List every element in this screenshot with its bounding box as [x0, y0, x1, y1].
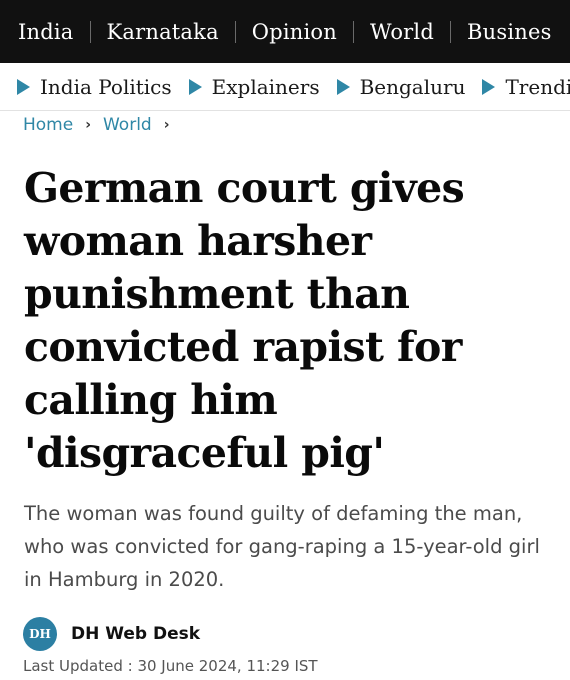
top-nav-item-india[interactable]: India	[18, 20, 74, 44]
triangle-right-icon	[336, 78, 350, 95]
top-nav-items: India Karnataka Opinion World Busines	[18, 0, 552, 63]
top-nav-divider	[89, 20, 91, 43]
sub-nav-items: India Politics Explainers Bengaluru Tren…	[17, 63, 570, 110]
sub-nav-label: India Politics	[40, 74, 172, 99]
dh-logo-avatar[interactable]: DH	[23, 617, 57, 651]
top-nav-divider	[352, 20, 354, 43]
last-updated-timestamp: Last Updated : 30 June 2024, 11:29 IST	[23, 657, 318, 675]
sub-nav-label: Trendin	[505, 74, 570, 99]
top-nav-item-opinion[interactable]: Opinion	[252, 20, 337, 44]
sub-nav: India Politics Explainers Bengaluru Tren…	[0, 63, 570, 111]
sub-nav-item-explainers[interactable]: Explainers	[188, 74, 320, 99]
top-nav-item-business[interactable]: Busines	[467, 20, 552, 44]
triangle-right-icon	[482, 78, 496, 95]
sub-nav-item-india-politics[interactable]: India Politics	[17, 75, 172, 99]
sub-nav-label: Bengaluru	[359, 74, 466, 99]
article-summary: The woman was found guilty of defaming t…	[24, 502, 540, 591]
author-name-link[interactable]: DH Web Desk	[71, 624, 200, 644]
triangle-right-icon	[17, 78, 30, 95]
author-row: DH DH Web Desk	[23, 617, 200, 651]
chevron-right-icon: ›	[85, 117, 91, 133]
breadcrumb-world-link[interactable]: World	[103, 115, 152, 135]
article-headline: German court gives woman harsher punishm…	[24, 164, 465, 477]
top-nav-item-world[interactable]: World	[370, 20, 434, 44]
breadcrumb: Home › World ›	[23, 114, 169, 136]
sub-nav-item-trending[interactable]: Trendin	[482, 75, 570, 99]
top-nav-divider	[449, 20, 451, 43]
top-nav: India Karnataka Opinion World Busines	[0, 0, 570, 63]
chevron-right-icon: ›	[163, 117, 170, 133]
top-nav-divider	[234, 20, 236, 43]
sub-nav-label: Explainers	[211, 74, 320, 99]
top-nav-item-karnataka[interactable]: Karnataka	[107, 20, 219, 44]
sub-nav-item-bengaluru[interactable]: Bengaluru	[336, 74, 466, 99]
breadcrumb-home-link[interactable]: Home	[23, 115, 73, 135]
triangle-right-icon	[188, 78, 202, 95]
